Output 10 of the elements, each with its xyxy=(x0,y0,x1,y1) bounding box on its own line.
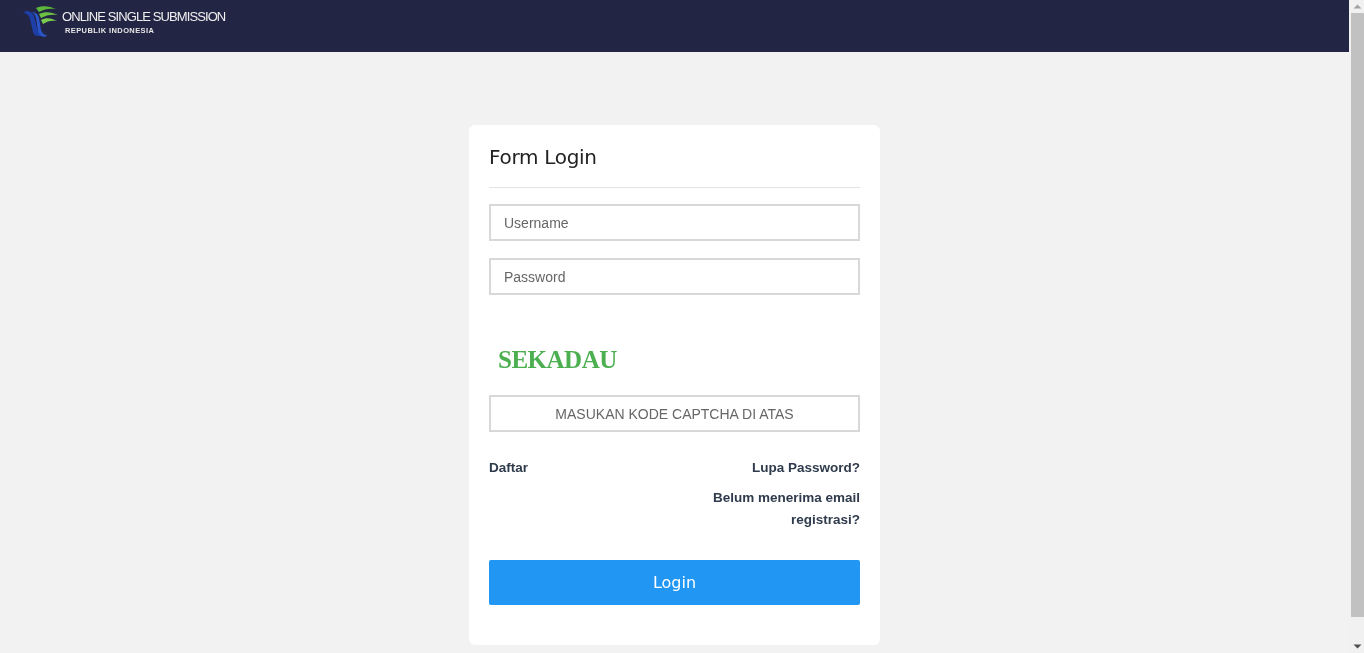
captcha-code: SEKADAU xyxy=(498,345,617,375)
username-field[interactable]: Username xyxy=(489,204,860,241)
scrollbar-thumb[interactable] xyxy=(1351,13,1364,617)
form-title: Form Login xyxy=(489,145,598,169)
password-field[interactable]: Password xyxy=(489,258,860,295)
resend-email-link[interactable]: Belum menerima email registrasi? xyxy=(700,487,860,531)
captcha-field[interactable]: MASUKAN KODE CAPTCHA DI ATAS xyxy=(489,395,860,432)
register-link[interactable]: Daftar xyxy=(489,457,528,479)
brand-title: ONLINE SINGLE SUBMISSION xyxy=(62,10,226,24)
forgot-password-link[interactable]: Lupa Password? xyxy=(751,457,860,479)
